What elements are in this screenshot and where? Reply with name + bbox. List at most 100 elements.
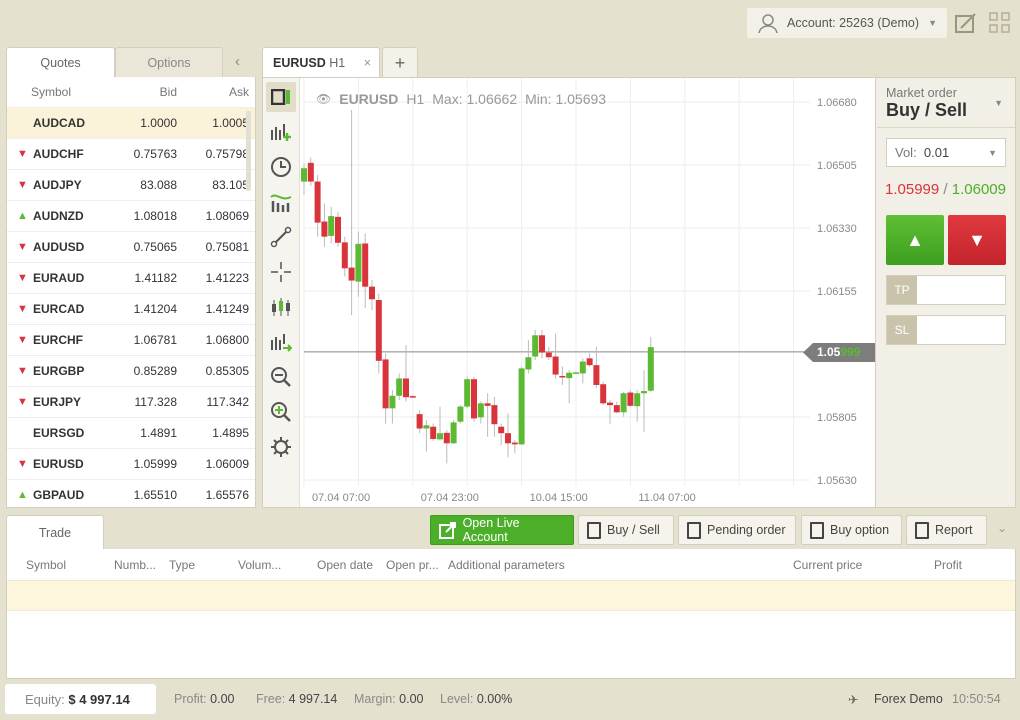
volume-select[interactable]: Vol: 0.01 ▼ (886, 138, 1006, 167)
quote-row[interactable]: ▼ EURCAD 1.41204 1.41249 (7, 294, 255, 325)
col-symbol[interactable]: Symbol (26, 558, 66, 572)
account-selector[interactable]: Account: 25263 (Demo) ▼ (747, 8, 947, 38)
tab-chart-eurusd[interactable]: EURUSD H1 × (262, 47, 380, 78)
indicators-icon[interactable] (266, 187, 296, 217)
quote-bid: 1.06781 (133, 333, 177, 347)
col-volume[interactable]: Volum... (238, 558, 281, 572)
candle-up (641, 391, 647, 394)
candle-down (627, 392, 634, 406)
candle-up (566, 372, 573, 379)
trend-down-icon: ▼ (17, 365, 28, 377)
chart-min: Min: 1.05693 (525, 91, 607, 107)
close-tab-icon[interactable]: × (364, 56, 371, 70)
candle-down (586, 358, 593, 366)
col-open-price[interactable]: Open pr... (386, 558, 439, 572)
eye-icon[interactable]: 👁 (316, 92, 331, 106)
zoom-in-icon[interactable] (266, 397, 296, 427)
bid-ask-prices: 1.05999 / 1.06009 (885, 181, 1006, 198)
quote-row[interactable]: ▼ EURUSD 1.05999 1.06009 (7, 449, 255, 480)
symbol-text: AUDUSD (33, 240, 85, 254)
quote-row[interactable]: ▼ EURJPY 117.328 117.342 (7, 387, 255, 418)
quote-symbol: ▲ AUDNZD (7, 209, 117, 223)
trend-down-icon: ▼ (17, 148, 28, 160)
report-button[interactable]: Report (906, 515, 987, 545)
tab-quotes[interactable]: Quotes (6, 47, 115, 78)
chart-timeframe: H1 (406, 91, 425, 107)
quote-bid: 0.85289 (133, 364, 177, 378)
candle-down (559, 375, 566, 378)
col-open-date[interactable]: Open date (317, 558, 373, 572)
add-chart-tab-button[interactable]: + (382, 47, 418, 78)
table-row[interactable] (7, 580, 1015, 611)
tab-options[interactable]: Options (115, 47, 223, 78)
order-type-selector[interactable]: Market order Buy / Sell ▼ (877, 78, 1015, 128)
take-profit-field[interactable]: TP (886, 275, 1006, 305)
level-stat: Level: 0.00% (440, 692, 512, 706)
col-profit[interactable]: Profit (934, 558, 962, 572)
quote-ask: 1.0005 (212, 116, 249, 130)
quote-symbol: ▼ EURUSD (7, 457, 117, 471)
stop-loss-field[interactable]: SL (886, 315, 1006, 345)
symbol-text: EURCHF (33, 333, 83, 347)
y-tick-label: 1.05805 (817, 412, 857, 424)
crosshair-icon[interactable] (266, 257, 296, 287)
quote-row[interactable]: AUDCAD 1.0000 1.0005 (7, 108, 255, 139)
symbol-text: EURUSD (33, 457, 84, 471)
candle-up (355, 243, 362, 282)
candle-up (579, 361, 586, 374)
pending-order-button[interactable]: Pending order (678, 515, 796, 545)
collapse-panel-icon[interactable]: ‹ (235, 53, 240, 70)
quote-bid: 0.75763 (133, 147, 177, 161)
buy-button[interactable]: ▲ (886, 215, 944, 265)
symbol-text: GBPAUD (33, 488, 85, 502)
candle-up (477, 403, 484, 418)
candle-down (321, 221, 328, 237)
zoom-out-icon[interactable] (266, 362, 296, 392)
clock-icon[interactable] (266, 152, 296, 182)
sell-button[interactable]: ▼ (948, 215, 1006, 265)
candle-down (484, 403, 491, 406)
x-tick-label: 10.04 15:00 (530, 492, 588, 504)
quote-symbol: ▲ GBPAUD (7, 488, 117, 502)
chart-edit-icon[interactable] (955, 12, 977, 34)
shift-chart-icon[interactable] (266, 327, 296, 357)
col-current-price[interactable]: Current price (793, 558, 862, 572)
candlestick-chart[interactable]: 1.06680 1.06505 1.06330 1.06155 1.05805 1.056… (300, 78, 875, 507)
settings-gear-icon[interactable] (266, 432, 296, 462)
quote-row[interactable]: ▼ EURGBP 0.85289 0.85305 (7, 356, 255, 387)
candle-up (620, 393, 627, 413)
equity-box: Equity: $ 4 997.14 (5, 684, 156, 714)
open-live-account-button[interactable]: Open Live Account (430, 515, 574, 545)
chart-tab-timeframe: H1 (329, 56, 346, 70)
quote-symbol: ▼ EURGBP (7, 364, 117, 378)
buy-sell-label: Buy / Sell (607, 523, 660, 537)
quote-row[interactable]: ▲ GBPAUD 1.65510 1.65576 (7, 480, 255, 507)
trendline-icon[interactable] (266, 222, 296, 252)
buy-option-button[interactable]: Buy option (801, 515, 902, 545)
quote-bid: 0.75065 (133, 240, 177, 254)
quotes-scrollbar[interactable] (246, 111, 251, 191)
grid-layout-icon[interactable] (989, 12, 1011, 34)
candle-down (416, 414, 423, 429)
quote-row[interactable]: EURSGD 1.4891 1.4895 (7, 418, 255, 449)
candles-icon[interactable] (266, 292, 296, 322)
quote-row[interactable]: ▼ AUDJPY 83.088 83.105 (7, 170, 255, 201)
col-type[interactable]: Type (169, 558, 195, 572)
candle-down (348, 267, 355, 281)
tab-trade[interactable]: Trade (6, 515, 104, 550)
quote-row[interactable]: ▼ AUDCHF 0.75763 0.75798 (7, 139, 255, 170)
candle-up (464, 379, 471, 407)
collapse-chevron-icon[interactable]: ⌄ (997, 521, 1007, 535)
quote-row[interactable]: ▲ AUDNZD 1.08018 1.08069 (7, 201, 255, 232)
chart-type-icon[interactable] (266, 82, 296, 112)
col-additional-parameters[interactable]: Additional parameters (448, 558, 565, 572)
quote-ask: 0.75798 (205, 147, 249, 161)
buy-sell-button[interactable]: Buy / Sell (578, 515, 674, 545)
quote-row[interactable]: ▼ EURAUD 1.41182 1.41223 (7, 263, 255, 294)
symbol-text: AUDJPY (33, 178, 82, 192)
quote-row[interactable]: ▼ AUDUSD 0.75065 0.75081 (7, 232, 255, 263)
add-indicator-icon[interactable] (266, 117, 296, 147)
x-tick-label: 07.04 07:00 (312, 492, 370, 504)
quote-row[interactable]: ▼ EURCHF 1.06781 1.06800 (7, 325, 255, 356)
col-number[interactable]: Numb... (114, 558, 156, 572)
